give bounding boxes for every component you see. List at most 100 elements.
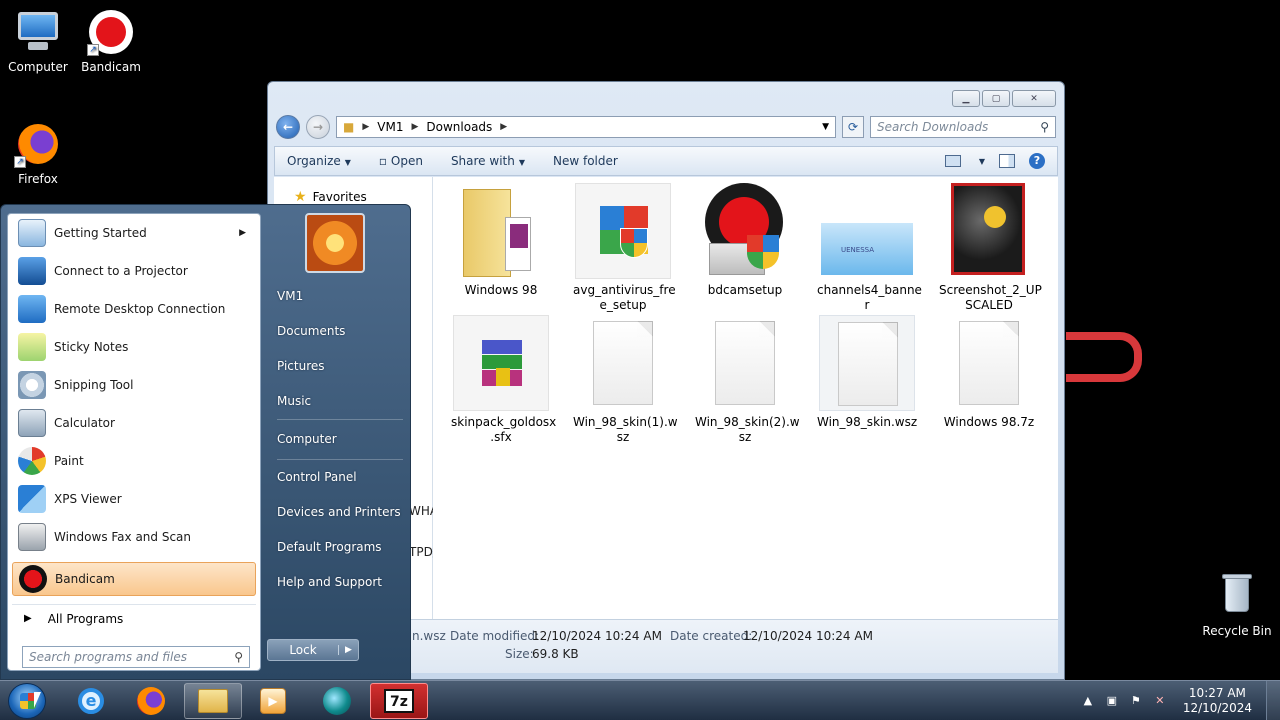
image-thumbnail bbox=[941, 183, 1037, 279]
command-bar: Organize ▼ ▫ Open Share with ▼ New folder … bbox=[274, 146, 1058, 176]
lock-button[interactable]: Lock ▶ bbox=[267, 639, 359, 661]
start-places-pane: VM1 Documents Pictures Music Computer Co… bbox=[269, 205, 409, 675]
start-link-computer[interactable]: Computer bbox=[277, 432, 337, 446]
file-item[interactable]: Win_98_skin(2).w sz bbox=[695, 315, 800, 445]
breadcrumb-downloads[interactable]: Downloads bbox=[426, 120, 492, 134]
fax-scan-icon bbox=[18, 523, 46, 551]
program-connect-projector[interactable]: Connect to a Projector bbox=[12, 254, 256, 288]
file-item[interactable]: avg_antivirus_fre e_setup bbox=[573, 183, 676, 313]
file-name: Win_98_skin.wsz bbox=[817, 415, 918, 429]
show-hidden-icons-icon[interactable]: ▲ bbox=[1081, 694, 1095, 708]
search-input[interactable]: Search Downloads ⚲ bbox=[870, 116, 1056, 138]
program-paint[interactable]: Paint bbox=[12, 444, 256, 478]
bandicam-installer-icon bbox=[697, 183, 793, 279]
desktop-icon-computer[interactable]: Computer bbox=[0, 8, 76, 74]
start-search-input[interactable]: Search programs and files ⚲ bbox=[22, 646, 250, 668]
computer-icon bbox=[14, 8, 62, 56]
program-fax-scan[interactable]: Windows Fax and Scan bbox=[12, 520, 256, 554]
taskbar: e ▶ 7z ▲ ▣ ⚑ ✕ 10:27 AM 12/10/2024 bbox=[0, 680, 1280, 720]
program-label: Remote Desktop Connection bbox=[54, 302, 226, 316]
all-programs-button[interactable]: ▶ All Programs bbox=[12, 604, 256, 632]
taskbar-explorer[interactable] bbox=[184, 683, 242, 719]
share-with-button[interactable]: Share with ▼ bbox=[451, 154, 525, 168]
chevron-right-icon[interactable]: ▶ bbox=[338, 645, 358, 655]
firefox-icon bbox=[137, 687, 165, 715]
chevron-right-icon[interactable]: ▶ bbox=[500, 122, 507, 132]
start-link-pictures[interactable]: Pictures bbox=[277, 359, 325, 373]
file-item[interactable]: Screenshot_2_UP SCALED bbox=[939, 183, 1042, 313]
file-list: Windows 98 avg_antivirus_fre e_setup bdc… bbox=[433, 177, 1058, 619]
file-item[interactable]: Win_98_skin(1).w sz bbox=[573, 315, 678, 445]
program-remote-desktop[interactable]: Remote Desktop Connection bbox=[12, 292, 256, 326]
desktop-icon-firefox[interactable]: ↗ Firefox bbox=[0, 120, 76, 186]
start-link-control-panel[interactable]: Control Panel bbox=[277, 470, 357, 484]
user-avatar[interactable] bbox=[305, 213, 365, 273]
remote-desktop-icon bbox=[18, 295, 46, 323]
desktop-icon-recycle-bin[interactable]: Recycle Bin bbox=[1199, 572, 1275, 638]
start-link-devices-printers[interactable]: Devices and Printers bbox=[277, 505, 401, 519]
program-bandicam[interactable]: Bandicam bbox=[12, 562, 256, 596]
start-link-default-programs[interactable]: Default Programs bbox=[277, 540, 382, 554]
file-item[interactable]: Windows 98.7z bbox=[939, 315, 1039, 430]
program-label: Snipping Tool bbox=[54, 378, 134, 392]
preview-pane-icon[interactable] bbox=[999, 154, 1015, 168]
chevron-right-icon[interactable]: ▶ bbox=[411, 122, 418, 132]
program-getting-started[interactable]: Getting Started ▶ bbox=[12, 216, 256, 250]
minimize-button[interactable]: ▁ bbox=[952, 90, 980, 107]
volume-muted-icon[interactable]: ✕ bbox=[1153, 694, 1167, 708]
seven-zip-icon: 7z bbox=[384, 689, 414, 713]
media-player-icon: ▶ bbox=[260, 688, 286, 714]
chevron-down-icon[interactable]: ▼ bbox=[979, 157, 985, 166]
address-dropdown-icon[interactable]: ▼ bbox=[822, 122, 829, 132]
change-view-icon[interactable] bbox=[944, 155, 961, 167]
lock-label: Lock bbox=[289, 643, 317, 657]
taskbar-firefox[interactable] bbox=[122, 683, 180, 719]
file-item[interactable]: UENESSA channels4_banne r bbox=[817, 183, 922, 313]
start-menu: Getting Started ▶ Connect to a Projector… bbox=[0, 204, 411, 680]
desktop-icon-label: Computer bbox=[8, 60, 68, 74]
close-button[interactable]: ✕ bbox=[1012, 90, 1056, 107]
program-sticky-notes[interactable]: Sticky Notes bbox=[12, 330, 256, 364]
file-item[interactable]: skinpack_goldosx .sfx bbox=[451, 315, 556, 445]
date-created-label: Date created: bbox=[670, 629, 753, 643]
taskbar-archive-app[interactable] bbox=[308, 683, 366, 719]
program-calculator[interactable]: Calculator bbox=[12, 406, 256, 440]
taskbar-ie[interactable]: e bbox=[62, 683, 120, 719]
show-desktop-button[interactable] bbox=[1266, 681, 1280, 720]
image-thumbnail: UENESSA bbox=[819, 183, 915, 279]
start-link-help-support[interactable]: Help and Support bbox=[277, 575, 382, 589]
nav-favorites[interactable]: ★ Favorites bbox=[294, 189, 367, 205]
paint-icon bbox=[18, 447, 46, 475]
start-link-documents[interactable]: Documents bbox=[277, 324, 345, 338]
breadcrumb-vm1[interactable]: VM1 bbox=[377, 120, 403, 134]
xps-viewer-icon bbox=[18, 485, 46, 513]
clock[interactable]: 10:27 AM 12/10/2024 bbox=[1183, 686, 1252, 716]
program-xps-viewer[interactable]: XPS Viewer bbox=[12, 482, 256, 516]
action-center-flag-icon[interactable]: ⚑ bbox=[1129, 694, 1143, 708]
search-icon[interactable]: ⚲ bbox=[1040, 120, 1049, 134]
forward-button[interactable]: → bbox=[306, 115, 330, 139]
start-link-music[interactable]: Music bbox=[277, 394, 311, 408]
maximize-button[interactable]: ▢ bbox=[982, 90, 1010, 107]
refresh-button[interactable]: ⟳ bbox=[842, 116, 864, 138]
taskbar-7zip[interactable]: 7z bbox=[370, 683, 428, 719]
size-value: 69.8 KB bbox=[532, 647, 579, 661]
help-icon[interactable]: ? bbox=[1029, 153, 1045, 169]
desktop-icon-label: Firefox bbox=[18, 172, 58, 186]
file-item-selected[interactable]: Win_98_skin.wsz bbox=[817, 315, 917, 430]
address-bar[interactable]: ■ ▶ VM1 ▶ Downloads ▶ ▼ bbox=[336, 116, 836, 138]
back-button[interactable]: ← bbox=[276, 115, 300, 139]
search-icon[interactable]: ⚲ bbox=[234, 650, 243, 664]
file-name: bdcamsetup bbox=[707, 283, 783, 297]
share-with-label: Share with bbox=[450, 154, 515, 168]
start-link-user[interactable]: VM1 bbox=[277, 289, 303, 303]
open-button[interactable]: ▫ Open bbox=[379, 154, 423, 168]
taskbar-media-player[interactable]: ▶ bbox=[244, 683, 302, 719]
file-item[interactable]: Windows 98 bbox=[451, 183, 551, 298]
program-snipping-tool[interactable]: Snipping Tool bbox=[12, 368, 256, 402]
network-icon[interactable]: ▣ bbox=[1105, 694, 1119, 708]
desktop-icon-bandicam[interactable]: ↗ Bandicam bbox=[73, 8, 149, 74]
organize-button[interactable]: Organize ▼ bbox=[287, 154, 351, 168]
new-folder-button[interactable]: New folder bbox=[553, 154, 618, 168]
file-item[interactable]: bdcamsetup bbox=[695, 183, 795, 298]
